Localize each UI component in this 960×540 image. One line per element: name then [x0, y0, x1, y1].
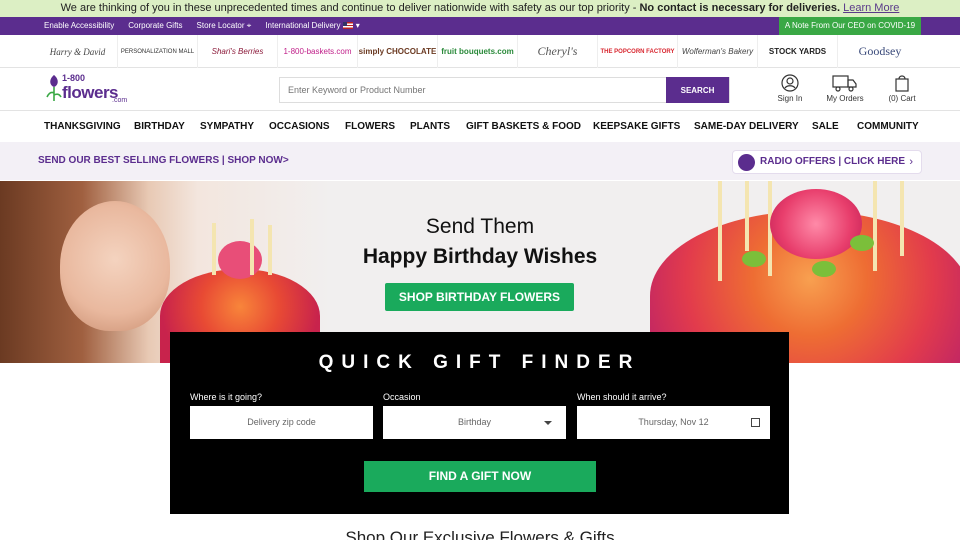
- logo-suffix: .com: [112, 97, 128, 104]
- nav-gift-baskets-food[interactable]: GIFT BASKETS & FOOD: [466, 112, 581, 142]
- cart-button[interactable]: (0) Cart: [877, 74, 927, 103]
- hero-rose-large: [770, 189, 862, 259]
- where-label: Where is it going?: [190, 392, 263, 402]
- site-logo[interactable]: 1-800 flowers .com: [46, 71, 128, 107]
- occasion-select[interactable]: Birthday: [383, 406, 566, 439]
- chevron-down-icon: ▾: [355, 21, 360, 30]
- utility-bar: Enable Accessibility Corporate Gifts Sto…: [0, 17, 960, 35]
- brand-1800-baskets[interactable]: 1-800-baskets.com: [278, 35, 358, 68]
- enable-accessibility-link[interactable]: Enable Accessibility: [44, 17, 114, 35]
- us-flag-icon: [343, 22, 354, 30]
- shopping-bag-icon: [895, 75, 909, 92]
- hero-candle: [212, 223, 216, 275]
- nav-same-day-delivery[interactable]: SAME-DAY DELIVERY: [694, 112, 799, 142]
- user-icon: [781, 74, 799, 92]
- zip-code-input[interactable]: Delivery zip code: [190, 406, 373, 439]
- hero-greenery: [812, 261, 836, 277]
- radio-offers-label: RADIO OFFERS | CLICK HERE: [760, 156, 906, 167]
- main-navigation: THANKSGIVING BIRTHDAY SYMPATHY OCCASIONS…: [0, 112, 960, 142]
- hero-candle: [250, 219, 254, 275]
- sign-in-label: Sign In: [777, 94, 803, 103]
- covid-notice-bar: We are thinking of you in these unpreced…: [0, 0, 960, 17]
- nav-community[interactable]: COMMUNITY: [857, 112, 919, 142]
- logo-prefix: 1-800: [62, 73, 86, 83]
- sign-in-button[interactable]: Sign In: [765, 74, 815, 103]
- corporate-gifts-link[interactable]: Corporate Gifts: [128, 17, 182, 35]
- store-locator-label: Store Locator: [196, 21, 245, 30]
- logo-wordmark: flowers: [62, 83, 119, 102]
- nav-keepsake-gifts[interactable]: KEEPSAKE GIFTS: [593, 112, 680, 142]
- nav-occasions[interactable]: OCCASIONS: [269, 112, 330, 142]
- hero-greenery: [742, 251, 766, 267]
- international-delivery-link[interactable]: International Delivery ▾: [265, 17, 359, 35]
- occasion-value: Birthday: [457, 417, 492, 427]
- site-header: 1-800 flowers .com SEARCH Sign In My Ord…: [0, 68, 960, 111]
- brand-stock-yards[interactable]: STOCK YARDS: [758, 35, 838, 68]
- notice-bold-text: No contact is necessary for deliveries.: [639, 2, 841, 14]
- cart-label: (0) Cart: [888, 94, 916, 103]
- tulip-logo-icon: [46, 75, 62, 101]
- international-delivery-label: International Delivery: [265, 21, 341, 30]
- occasion-label: Occasion: [383, 392, 421, 402]
- brand-popcorn-factory[interactable]: THE POPCORN FACTORY: [598, 35, 678, 68]
- notice-text: We are thinking of you in these unpreced…: [60, 2, 637, 14]
- search-input[interactable]: [280, 78, 667, 102]
- nav-flowers[interactable]: FLOWERS: [345, 112, 395, 142]
- nav-birthday[interactable]: BIRTHDAY: [134, 112, 185, 142]
- hero-rose-small: [218, 241, 262, 279]
- nav-sympathy[interactable]: SYMPATHY: [200, 112, 254, 142]
- zip-code-placeholder: Delivery zip code: [247, 417, 316, 427]
- learn-more-link[interactable]: Learn More: [843, 2, 899, 14]
- search-box: SEARCH: [279, 77, 730, 103]
- nav-thanksgiving[interactable]: THANKSGIVING: [44, 112, 121, 142]
- microphone-icon: [738, 154, 755, 171]
- truck-icon: [832, 75, 857, 92]
- nav-plants[interactable]: PLANTS: [410, 112, 450, 142]
- search-button[interactable]: SEARCH: [666, 77, 729, 103]
- delivery-date-value: Thursday, Nov 12: [638, 417, 709, 427]
- nav-sale[interactable]: SALE: [812, 112, 839, 142]
- brand-strip: Harry & David PERSONALIZATION MALL Shari…: [0, 35, 960, 68]
- hero-candle: [900, 181, 904, 256]
- hero-candle: [873, 181, 877, 271]
- hero-greenery: [850, 235, 874, 251]
- chevron-down-icon: [544, 421, 552, 425]
- location-pin-icon: ⌖: [246, 21, 252, 30]
- brand-harry-david[interactable]: Harry & David: [38, 35, 118, 68]
- hero-candle: [745, 181, 749, 251]
- promo-bar: SEND OUR BEST SELLING FLOWERS | SHOP NOW…: [0, 142, 960, 180]
- calendar-icon: [751, 418, 760, 427]
- store-locator-link[interactable]: Store Locator ⌖: [197, 17, 252, 35]
- when-label: When should it arrive?: [577, 392, 667, 402]
- hero-heading-line1: Send Them: [425, 215, 535, 238]
- delivery-date-picker[interactable]: Thursday, Nov 12: [577, 406, 770, 439]
- my-orders-button[interactable]: My Orders: [820, 74, 870, 103]
- ceo-covid-note-link[interactable]: A Note From Our CEO on COVID-19: [779, 17, 921, 35]
- section-heading-partial: Shop Our Exclusive Flowers & Gifts: [345, 528, 615, 540]
- chevron-right-icon: ›: [909, 156, 913, 168]
- find-gift-button[interactable]: FIND A GIFT NOW: [364, 461, 596, 492]
- radio-offers-button[interactable]: RADIO OFFERS | CLICK HERE ›: [732, 150, 922, 174]
- my-orders-label: My Orders: [826, 94, 864, 103]
- brand-personalization-mall[interactable]: PERSONALIZATION MALL: [118, 35, 198, 68]
- hero-heading-line2: Happy Birthday Wishes: [362, 245, 598, 268]
- hero-woman-face: [60, 201, 170, 331]
- brand-sharis-berries[interactable]: Shari's Berries: [198, 35, 278, 68]
- finder-title: QUICK GIFT FINDER: [318, 352, 641, 373]
- hero-candle: [718, 181, 722, 281]
- brand-wolfermans[interactable]: Wolferman's Bakery: [678, 35, 758, 68]
- brand-cheryls[interactable]: Cheryl's: [518, 35, 598, 68]
- quick-gift-finder: QUICK GIFT FINDER Where is it going? Del…: [170, 332, 789, 514]
- brand-fruit-bouquets[interactable]: fruit bouquets.com: [438, 35, 518, 68]
- best-selling-flowers-link[interactable]: SEND OUR BEST SELLING FLOWERS | SHOP NOW…: [38, 142, 289, 180]
- shop-birthday-flowers-button[interactable]: SHOP BIRTHDAY FLOWERS: [385, 283, 574, 311]
- brand-goodsey[interactable]: Goodsey: [838, 35, 922, 68]
- hero-candle: [268, 225, 272, 275]
- brand-simply-chocolate[interactable]: simply CHOCOLATE: [358, 35, 438, 68]
